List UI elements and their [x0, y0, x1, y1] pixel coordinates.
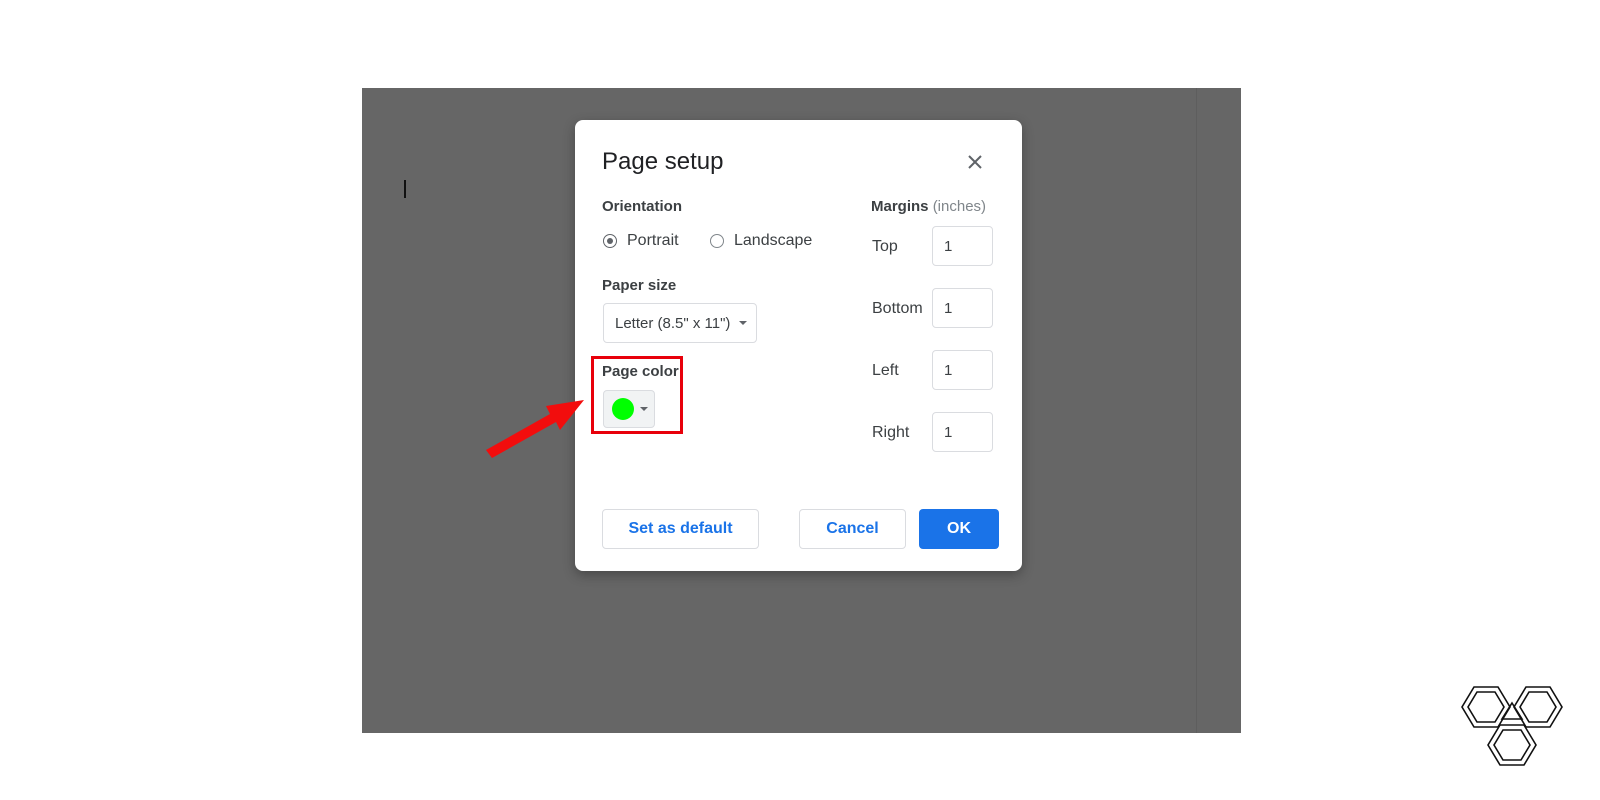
text-cursor: [404, 180, 406, 198]
orientation-label: Orientation: [602, 198, 683, 215]
scrollbar-track[interactable]: [1196, 88, 1197, 733]
page-setup-dialog: Page setup Orientation Portrait Landscap…: [575, 120, 1022, 571]
margin-top-input[interactable]: [932, 226, 993, 266]
margin-right-label: Right: [872, 424, 910, 441]
portrait-radio[interactable]: Portrait: [603, 232, 679, 250]
ok-button[interactable]: OK: [919, 509, 999, 549]
margin-right-input[interactable]: [932, 412, 993, 452]
margins-title-text: Margins: [871, 198, 929, 215]
radio-button[interactable]: [710, 234, 724, 248]
landscape-radio[interactable]: Landscape: [710, 232, 812, 250]
paper-size-value: Letter (8.5" x 11"): [615, 314, 731, 332]
margin-top-label: Top: [872, 238, 898, 255]
portrait-label: Portrait: [627, 232, 679, 249]
margin-bottom-input[interactable]: [932, 288, 993, 328]
margins-label: Margins (inches): [871, 198, 986, 215]
hexagon-logo: [1461, 686, 1563, 766]
close-icon: [968, 155, 982, 169]
highlight-annotation-box: [591, 356, 683, 434]
paper-size-label: Paper size: [602, 277, 677, 294]
set-as-default-button[interactable]: Set as default: [602, 509, 759, 549]
chevron-down-icon: [739, 321, 748, 325]
red-arrow-icon: [486, 400, 584, 458]
radio-button-checked[interactable]: [603, 234, 617, 248]
margin-left-label: Left: [872, 362, 899, 379]
paper-size-select[interactable]: Letter (8.5" x 11"): [603, 303, 757, 343]
close-button[interactable]: [963, 150, 987, 174]
dialog-title: Page setup: [602, 148, 724, 175]
landscape-label: Landscape: [734, 232, 813, 249]
margin-left-input[interactable]: [932, 350, 993, 390]
margins-unit: (inches): [932, 198, 987, 215]
cancel-button[interactable]: Cancel: [799, 509, 906, 549]
margin-bottom-label: Bottom: [872, 300, 923, 317]
